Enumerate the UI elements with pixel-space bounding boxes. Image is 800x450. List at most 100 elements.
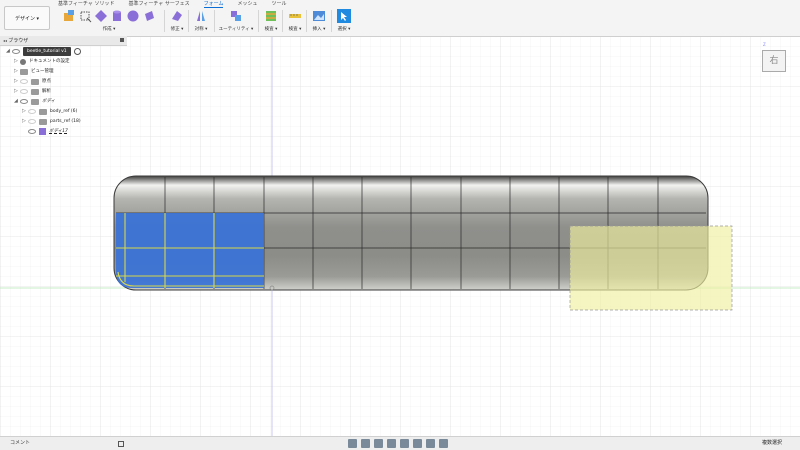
inspect-group: 検査 ▾ — [260, 8, 282, 34]
separator — [258, 10, 259, 32]
separator — [282, 10, 283, 32]
modify-group: 修正 ▾ — [166, 8, 188, 34]
separator — [214, 10, 215, 32]
look-at-icon[interactable] — [361, 439, 370, 448]
separator — [306, 10, 307, 32]
select-group: 選択 ▾ — [333, 8, 355, 34]
tree-item-origin[interactable]: ▷ 原点 — [14, 77, 51, 86]
viewports-icon[interactable] — [439, 439, 448, 448]
tree-item-label: ボディ17 — [49, 129, 68, 134]
visibility-eye-icon[interactable] — [12, 49, 20, 54]
comments-panel[interactable]: コメント — [0, 437, 127, 450]
add-comment-icon[interactable] — [118, 441, 124, 447]
tab-solid[interactable]: 基準フィーチャ ソリッド — [58, 0, 114, 8]
visibility-eye-icon[interactable] — [28, 129, 36, 134]
tree-item-root[interactable]: ◢ beetle_tutorial v1 — [6, 47, 81, 56]
visibility-eye-icon[interactable] — [28, 119, 36, 124]
tree-item-label: parts_ref (18) — [50, 119, 81, 124]
zoom-icon[interactable] — [387, 439, 396, 448]
tree-item-bodies[interactable]: ◢ ボディ — [14, 97, 55, 106]
separator — [331, 10, 332, 32]
tspline-body-icon — [39, 128, 46, 135]
tab-surface[interactable]: 基準フィーチャ サーフェス — [128, 0, 189, 8]
check-group-label[interactable]: 検査 ▾ — [289, 26, 302, 32]
display-settings-icon[interactable] — [413, 439, 422, 448]
utilities-icon[interactable] — [229, 9, 243, 23]
tree-item-named-views[interactable]: ▷ ビュー管理 — [14, 67, 54, 76]
measure-icon[interactable] — [288, 9, 302, 23]
visibility-eye-icon[interactable] — [20, 79, 28, 84]
selected-faces[interactable] — [116, 213, 264, 288]
check-group: 検査 ▾ — [284, 8, 306, 34]
tree-item-label: 原点 — [42, 79, 51, 84]
utilities-group: ユーティリティ ▾ — [216, 8, 256, 34]
folder-icon — [31, 98, 39, 105]
viewcube[interactable]: 右 — [762, 50, 786, 72]
create-group: 作成 ▾ — [54, 8, 164, 34]
folder-icon — [20, 68, 28, 75]
tree-item-body-ref[interactable]: ▷ body_ref (6) — [22, 107, 77, 116]
orbit-icon[interactable] — [348, 439, 357, 448]
symmetry-group-label[interactable]: 対称 ▾ — [195, 26, 208, 32]
insert-group: 挿入 ▾ — [308, 8, 330, 34]
browser-header: ◂◂ ブラウザ — [0, 36, 127, 46]
tab-tools[interactable]: ツール — [271, 0, 286, 8]
modify-group-label[interactable]: 修正 ▾ — [171, 26, 184, 32]
gear-icon — [20, 58, 26, 65]
insert-image-icon[interactable] — [312, 9, 326, 23]
separator — [164, 10, 165, 32]
plane-icon[interactable] — [94, 9, 108, 23]
tree-item-label: body_ref (6) — [50, 109, 78, 114]
status-bar: コメント 複数選択 — [0, 436, 800, 450]
tree-item-label: ドキュメントの設定 — [29, 59, 70, 64]
tree-item-label: beetle_tutorial v1 — [23, 47, 71, 56]
separator — [188, 10, 189, 32]
grid-settings-icon[interactable] — [426, 439, 435, 448]
panel-pin-icon[interactable] — [120, 38, 124, 42]
folder-icon — [31, 88, 39, 95]
box-sketch-icon[interactable] — [78, 9, 92, 23]
axis-z-label: Z — [763, 42, 766, 47]
insert-group-label[interactable]: 挿入 ▾ — [313, 26, 326, 32]
visibility-eye-icon[interactable] — [28, 109, 36, 114]
select-group-label[interactable]: 選択 ▾ — [338, 26, 351, 32]
workspace-switcher-button[interactable]: デザイン ▾ — [4, 6, 50, 30]
tree-item-label: ビュー管理 — [31, 69, 54, 74]
inspect-group-label[interactable]: 検査 ▾ — [265, 26, 278, 32]
browser-title: ブラウザ — [8, 38, 29, 44]
browser-panel: ◂◂ ブラウザ ◢ beetle_tutorial v1 ▷ ドキュメントの設定… — [0, 36, 127, 148]
visibility-eye-icon[interactable] — [20, 99, 28, 104]
symmetry-group: 対称 ▾ — [190, 8, 212, 34]
fit-icon[interactable] — [400, 439, 409, 448]
select-cursor-icon[interactable] — [337, 9, 351, 23]
ribbon-toolbar: デザイン ▾ 基準フィーチャ ソリッド 基準フィーチャ サーフェス フォーム メ… — [0, 0, 800, 37]
comment-label: コメント — [10, 440, 31, 446]
window-selection-box — [569, 225, 733, 311]
tree-item-body17[interactable]: ボディ17 — [28, 127, 68, 136]
sphere-icon[interactable] — [126, 9, 140, 23]
tree-item-parts-ref[interactable]: ▷ parts_ref (18) — [22, 117, 81, 126]
torus-icon[interactable] — [142, 9, 156, 23]
folder-icon — [39, 118, 47, 125]
utilities-group-label[interactable]: ユーティリティ ▾ — [219, 26, 254, 32]
selection-mode-label[interactable]: 複数選択 — [762, 437, 782, 450]
tree-item-document-settings[interactable]: ▷ ドキュメントの設定 — [14, 57, 70, 66]
tab-form[interactable]: フォーム — [203, 0, 224, 8]
edit-form-icon[interactable] — [170, 9, 184, 23]
activate-radio-icon[interactable] — [73, 48, 81, 55]
zebra-analysis-icon[interactable] — [264, 9, 278, 23]
mirror-icon[interactable] — [194, 9, 208, 23]
pan-icon[interactable] — [374, 439, 383, 448]
tree-item-label: ボディ — [42, 99, 56, 104]
folder-icon — [39, 108, 47, 115]
visibility-eye-icon[interactable] — [20, 89, 28, 94]
create-form-icon[interactable] — [62, 9, 76, 23]
ribbon-tabs: 基準フィーチャ ソリッド 基準フィーチャ サーフェス フォーム メッシュ ツール — [58, 0, 301, 8]
tree-item-analysis[interactable]: ▷ 解析 — [14, 87, 51, 96]
viewcube-face-label: 右 — [769, 56, 779, 66]
tab-mesh[interactable]: メッシュ — [237, 0, 257, 8]
navigation-toolbar — [348, 439, 448, 448]
create-group-label[interactable]: 作成 ▾ — [103, 26, 116, 32]
cylinder-icon[interactable] — [110, 9, 124, 23]
tree-item-label: 解析 — [42, 89, 51, 94]
